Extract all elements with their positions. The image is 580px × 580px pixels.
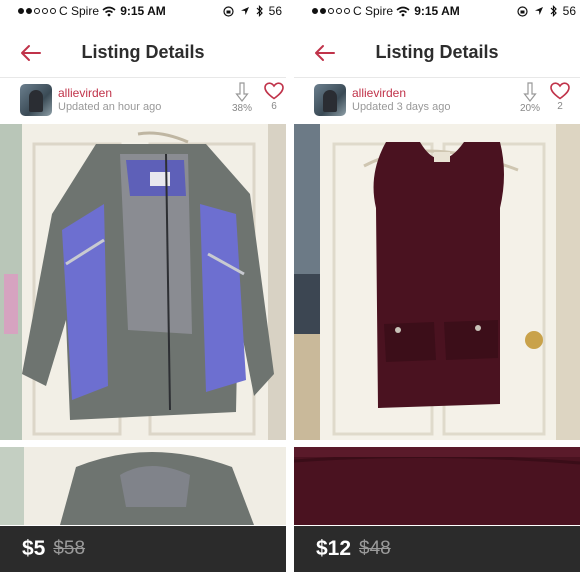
- bluetooth-icon: [256, 5, 263, 17]
- listing-thumbnail[interactable]: [294, 447, 580, 525]
- seller-name[interactable]: allievirden: [352, 86, 406, 100]
- original-price: $58: [53, 538, 86, 559]
- price-drop-stat: 20%: [520, 82, 540, 114]
- price-drop-arrow-icon: [235, 82, 249, 102]
- listing-panel-jacket: C Spire 9:15 AM 56 Listing Details allie…: [0, 0, 286, 580]
- listing-photo[interactable]: [0, 124, 286, 440]
- status-bar: C Spire 9:15 AM 56: [0, 0, 286, 22]
- location-icon: [240, 7, 249, 15]
- lock-rotation-icon: [223, 5, 234, 17]
- location-icon: [534, 7, 543, 15]
- like-stat[interactable]: 6: [264, 82, 284, 112]
- seller-name[interactable]: allievirden: [58, 86, 112, 100]
- updated-time: Updated 3 days ago: [352, 101, 451, 113]
- status-bar: C Spire 9:15 AM 56: [294, 0, 580, 22]
- price: $12: [316, 537, 352, 560]
- price-bar: $12 $48: [294, 526, 580, 572]
- seller-row: allievirden Updated an hour ago 38% 6: [0, 78, 286, 124]
- nav-bar: Listing Details: [0, 28, 286, 78]
- price-drop-stat: 38%: [232, 82, 252, 114]
- price-bar: $5 $58: [0, 526, 286, 572]
- original-price: $48: [359, 538, 391, 559]
- lock-rotation-icon: [517, 5, 528, 17]
- battery-percent: 56: [268, 4, 282, 18]
- nav-bar: Listing Details: [294, 28, 580, 78]
- listing-thumbnail[interactable]: [0, 447, 286, 525]
- page-title: Listing Details: [375, 42, 499, 62]
- price-drop-percent: 38%: [232, 103, 253, 114]
- panel-divider: [286, 0, 294, 580]
- listing-photo[interactable]: [294, 124, 580, 440]
- heart-icon[interactable]: [264, 82, 284, 100]
- price-drop-percent: 20%: [520, 103, 541, 114]
- heart-icon[interactable]: [550, 82, 570, 100]
- price: $5: [22, 537, 46, 560]
- listing-panel-dress: C Spire 9:15 AM 56 Listing Details allie…: [294, 0, 580, 580]
- like-stat[interactable]: 2: [550, 82, 570, 112]
- like-count: 6: [271, 101, 277, 112]
- like-count: 2: [557, 101, 563, 112]
- updated-time: Updated an hour ago: [58, 101, 162, 113]
- seller-row: allievirden Updated 3 days ago 20% 2: [294, 78, 580, 124]
- bluetooth-icon: [550, 5, 557, 17]
- page-title: Listing Details: [81, 42, 205, 62]
- avatar[interactable]: [20, 84, 52, 116]
- avatar[interactable]: [314, 84, 346, 116]
- battery-percent: 56: [562, 4, 576, 18]
- price-drop-arrow-icon: [523, 82, 537, 102]
